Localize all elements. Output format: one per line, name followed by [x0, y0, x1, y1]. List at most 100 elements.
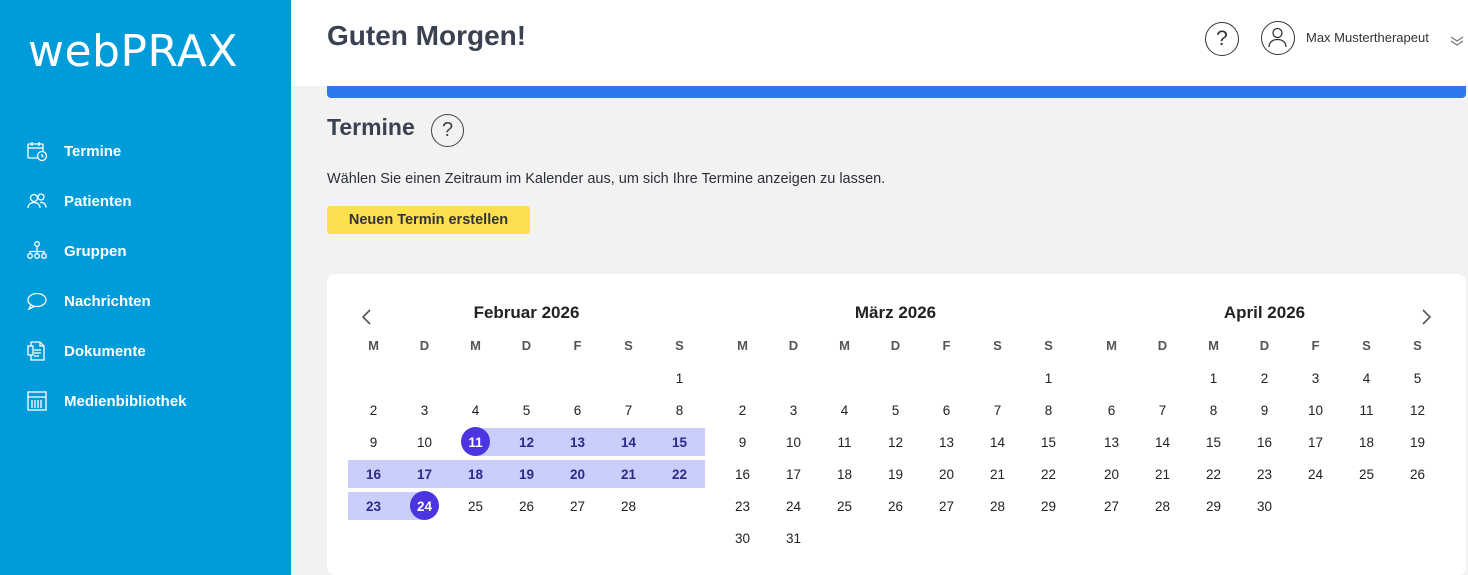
calendar-day[interactable]: 6: [1086, 396, 1137, 424]
calendar-day[interactable]: 13: [552, 428, 603, 456]
calendar-day[interactable]: 8: [1188, 396, 1239, 424]
calendar-day[interactable]: 11: [1341, 396, 1392, 424]
calendar-day[interactable]: 20: [921, 460, 972, 488]
calendar-day[interactable]: 29: [1023, 492, 1074, 520]
question-circle-icon[interactable]: ?: [431, 114, 464, 147]
calendar-day[interactable]: 5: [501, 396, 552, 424]
calendar-day[interactable]: 22: [654, 460, 705, 488]
calendar-day[interactable]: 24: [768, 492, 819, 520]
calendar-day[interactable]: 18: [1341, 428, 1392, 456]
calendar-day[interactable]: 5: [1392, 364, 1443, 392]
calendar-day[interactable]: 9: [348, 428, 399, 456]
calendar-day[interactable]: 6: [552, 396, 603, 424]
calendar-day[interactable]: 12: [870, 428, 921, 456]
calendar-day[interactable]: 18: [819, 460, 870, 488]
calendar-day[interactable]: 26: [1392, 460, 1443, 488]
calendar-day[interactable]: 15: [654, 428, 705, 456]
double-chevron-down-icon[interactable]: [1449, 34, 1465, 52]
calendar-day[interactable]: 8: [654, 396, 705, 424]
question-circle-icon[interactable]: ?: [1205, 22, 1239, 56]
calendar-day[interactable]: 26: [501, 492, 552, 520]
calendar-day[interactable]: 29: [1188, 492, 1239, 520]
calendar-day[interactable]: 23: [348, 492, 399, 520]
calendar-day[interactable]: 19: [501, 460, 552, 488]
sidebar-item-medienbibliothek[interactable]: Medienbibliothek: [0, 376, 291, 426]
new-appointment-button[interactable]: Neuen Termin erstellen: [327, 206, 530, 234]
calendar-day[interactable]: 11: [450, 427, 501, 456]
calendar-day[interactable]: 1: [1188, 364, 1239, 392]
app-logo[interactable]: webPRAX: [28, 26, 238, 77]
calendar-day[interactable]: 19: [1392, 428, 1443, 456]
calendar-day[interactable]: 9: [1239, 396, 1290, 424]
calendar-day[interactable]: 25: [450, 492, 501, 520]
calendar-day[interactable]: 3: [1290, 364, 1341, 392]
calendar-day[interactable]: 17: [1290, 428, 1341, 456]
calendar-day[interactable]: 31: [768, 524, 819, 552]
calendar-day[interactable]: 27: [552, 492, 603, 520]
calendar-day[interactable]: 11: [819, 428, 870, 456]
calendar-day[interactable]: 4: [450, 396, 501, 424]
calendar-day[interactable]: 8: [1023, 396, 1074, 424]
calendar-day[interactable]: 21: [972, 460, 1023, 488]
calendar-day[interactable]: 12: [1392, 396, 1443, 424]
calendar-day[interactable]: 12: [501, 428, 552, 456]
calendar-day[interactable]: 25: [819, 492, 870, 520]
calendar-day[interactable]: 20: [552, 460, 603, 488]
calendar-day[interactable]: 28: [603, 492, 654, 520]
calendar-day[interactable]: 2: [1239, 364, 1290, 392]
calendar-day[interactable]: 22: [1023, 460, 1074, 488]
calendar-day[interactable]: 15: [1188, 428, 1239, 456]
calendar-day[interactable]: 14: [972, 428, 1023, 456]
calendar-day[interactable]: 28: [1137, 492, 1188, 520]
calendar-day[interactable]: 21: [603, 460, 654, 488]
calendar-day[interactable]: 16: [717, 460, 768, 488]
calendar-day[interactable]: 10: [399, 428, 450, 456]
calendar-day[interactable]: 26: [870, 492, 921, 520]
calendar-day[interactable]: 19: [870, 460, 921, 488]
calendar-day[interactable]: 27: [1086, 492, 1137, 520]
user-avatar-icon[interactable]: [1261, 21, 1295, 55]
sidebar-item-nachrichten[interactable]: Nachrichten: [0, 276, 291, 326]
calendar-day[interactable]: 3: [399, 396, 450, 424]
calendar-day[interactable]: 9: [717, 428, 768, 456]
calendar-day[interactable]: 23: [717, 492, 768, 520]
calendar-day[interactable]: 27: [921, 492, 972, 520]
calendar-day[interactable]: 30: [717, 524, 768, 552]
calendar-day[interactable]: 15: [1023, 428, 1074, 456]
calendar-day[interactable]: 16: [348, 460, 399, 488]
calendar-day[interactable]: 13: [921, 428, 972, 456]
calendar-day[interactable]: 20: [1086, 460, 1137, 488]
calendar-day[interactable]: 7: [603, 396, 654, 424]
calendar-day[interactable]: 23: [1239, 460, 1290, 488]
calendar-day[interactable]: 7: [1137, 396, 1188, 424]
calendar-day[interactable]: 10: [768, 428, 819, 456]
calendar-day[interactable]: 25: [1341, 460, 1392, 488]
calendar-day[interactable]: 18: [450, 460, 501, 488]
calendar-day[interactable]: 1: [654, 364, 705, 392]
calendar-day[interactable]: 24: [1290, 460, 1341, 488]
calendar-day[interactable]: 16: [1239, 428, 1290, 456]
calendar-day[interactable]: 28: [972, 492, 1023, 520]
sidebar-item-dokumente[interactable]: Dokumente: [0, 326, 291, 376]
calendar-day[interactable]: 10: [1290, 396, 1341, 424]
calendar-day[interactable]: 17: [399, 460, 450, 488]
calendar-day[interactable]: 14: [603, 428, 654, 456]
calendar-day[interactable]: 4: [1341, 364, 1392, 392]
user-name[interactable]: Max Mustertherapeut: [1306, 30, 1429, 45]
calendar-day[interactable]: 4: [819, 396, 870, 424]
calendar-day[interactable]: 30: [1239, 492, 1290, 520]
calendar-day[interactable]: 17: [768, 460, 819, 488]
calendar-day[interactable]: 6: [921, 396, 972, 424]
sidebar-item-patienten[interactable]: Patienten: [0, 176, 291, 226]
sidebar-item-gruppen[interactable]: Gruppen: [0, 226, 291, 276]
calendar-day[interactable]: 21: [1137, 460, 1188, 488]
calendar-day[interactable]: 24: [399, 491, 450, 520]
calendar-day[interactable]: 3: [768, 396, 819, 424]
calendar-day[interactable]: 7: [972, 396, 1023, 424]
calendar-day[interactable]: 14: [1137, 428, 1188, 456]
calendar-day[interactable]: 2: [348, 396, 399, 424]
calendar-day[interactable]: 13: [1086, 428, 1137, 456]
calendar-day[interactable]: 5: [870, 396, 921, 424]
calendar-day[interactable]: 1: [1023, 364, 1074, 392]
calendar-day[interactable]: 22: [1188, 460, 1239, 488]
